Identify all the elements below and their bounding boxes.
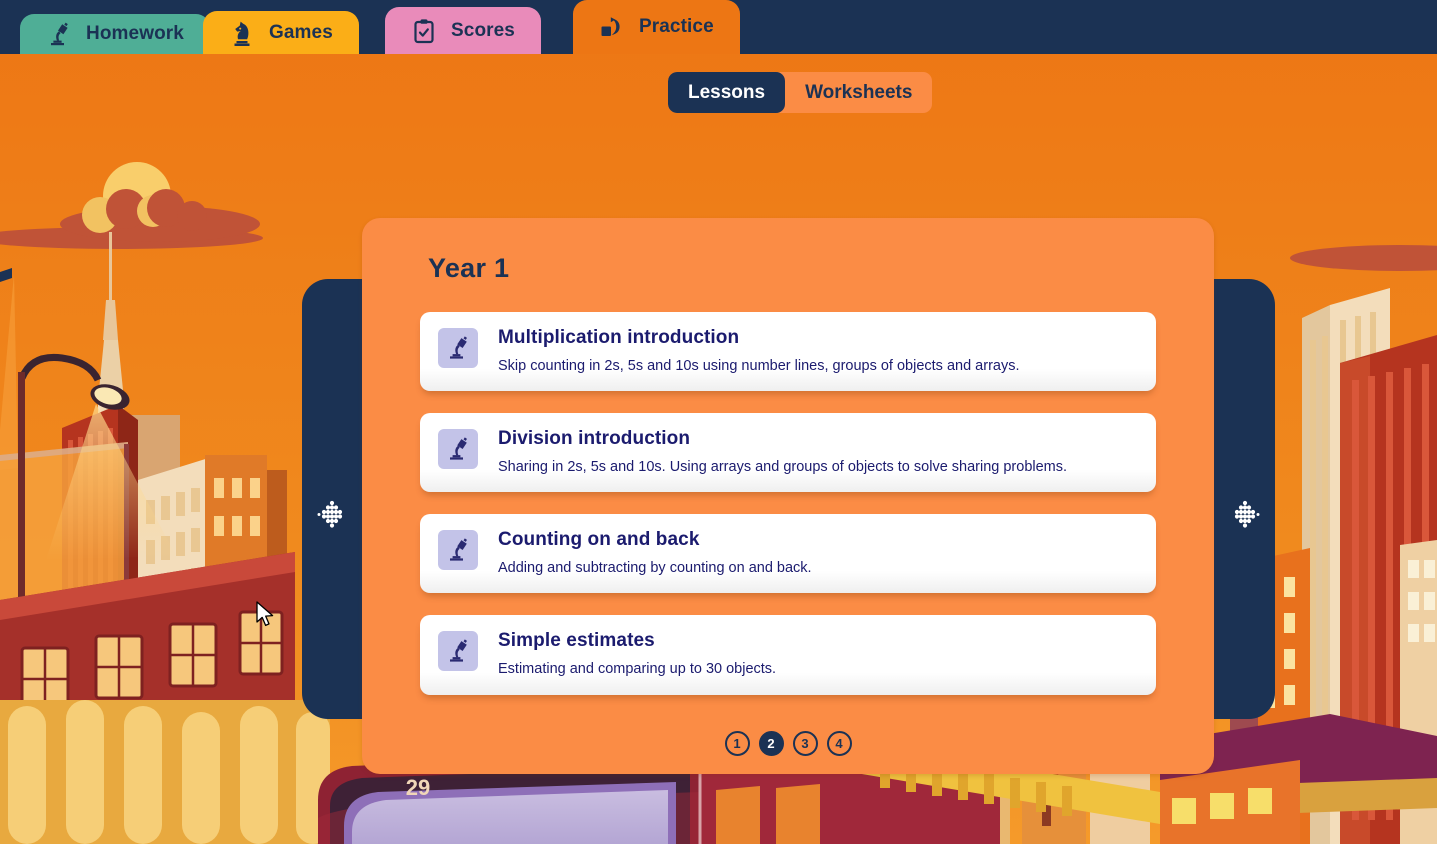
colonnade (0, 700, 330, 844)
lesson-text: Multiplication introduction Skip countin… (498, 326, 1020, 375)
desk-lamp-icon (438, 328, 478, 368)
dotted-arrow-right-icon[interactable] (1228, 497, 1262, 531)
lesson-text: Counting on and back Adding and subtract… (498, 528, 812, 577)
toggle-lessons[interactable]: Lessons (668, 72, 786, 113)
nav-tab-practice[interactable]: Practice (573, 0, 740, 54)
nav-tab-label: Games (269, 21, 333, 43)
lesson-list: Multiplication introduction Skip countin… (420, 312, 1156, 695)
nav-tab-label: Practice (639, 16, 714, 37)
page-button-2[interactable]: 2 (758, 731, 784, 756)
desk-lamp-icon (438, 530, 478, 571)
top-navigation-bar: Homework Games Scores Practice (0, 0, 1437, 54)
lesson-item-simple-estimates[interactable]: Simple estimates Estimating and comparin… (420, 615, 1156, 695)
page-button-4[interactable]: 4 (826, 731, 852, 756)
lesson-title: Simple estimates (498, 630, 655, 652)
lesson-text: Simple estimates Estimating and comparin… (498, 629, 776, 678)
pagination: 1 2 3 4 (362, 731, 1214, 756)
lesson-description: Sharing in 2s, 5s and 10s. Using arrays … (498, 459, 1068, 476)
nav-tab-scores[interactable]: Scores (385, 7, 541, 54)
lesson-text: Division introduction Sharing in 2s, 5s … (498, 427, 1067, 476)
tram-route-number: 29 (406, 775, 430, 800)
desk-lamp-icon (438, 429, 478, 470)
lessons-card: Year 1 Multiplication introduction Skip … (362, 218, 1214, 774)
page-button-3[interactable]: 3 (792, 731, 818, 756)
nav-tab-homework[interactable]: Homework (20, 14, 210, 54)
toggle-worksheets[interactable]: Worksheets (785, 72, 932, 113)
lesson-item-counting-on-and-back[interactable]: Counting on and back Adding and subtract… (420, 514, 1156, 594)
page-button-1[interactable]: 1 (724, 731, 750, 756)
shapes-icon (599, 14, 625, 40)
app-root: 29 Homework Games Scores Practice Lesson… (0, 0, 1437, 844)
lesson-title: Division introduction (498, 428, 691, 450)
lesson-description: Adding and subtracting by counting on an… (498, 560, 812, 577)
year-title: Year 1 (428, 253, 510, 283)
lesson-title: Multiplication introduction (498, 327, 740, 348)
lesson-item-division-introduction[interactable]: Division introduction Sharing in 2s, 5s … (420, 413, 1156, 493)
dotted-arrow-left-icon[interactable] (315, 497, 349, 531)
nav-tab-games[interactable]: Games (203, 11, 359, 54)
desk-lamp-icon (46, 21, 72, 47)
lesson-item-multiplication-introduction[interactable]: Multiplication introduction Skip countin… (420, 312, 1156, 392)
nav-tab-label: Homework (86, 23, 184, 44)
nav-tab-label: Scores (451, 19, 515, 41)
desk-lamp-icon (438, 631, 478, 672)
lesson-description: Skip counting in 2s, 5s and 10s using nu… (498, 358, 1020, 374)
lesson-title: Counting on and back (498, 529, 700, 551)
lesson-description: Estimating and comparing up to 30 object… (498, 661, 777, 678)
lessons-worksheets-toggle: Lessons Worksheets (668, 72, 933, 113)
chess-knight-icon (229, 20, 255, 46)
clipboard-check-icon (411, 18, 437, 44)
